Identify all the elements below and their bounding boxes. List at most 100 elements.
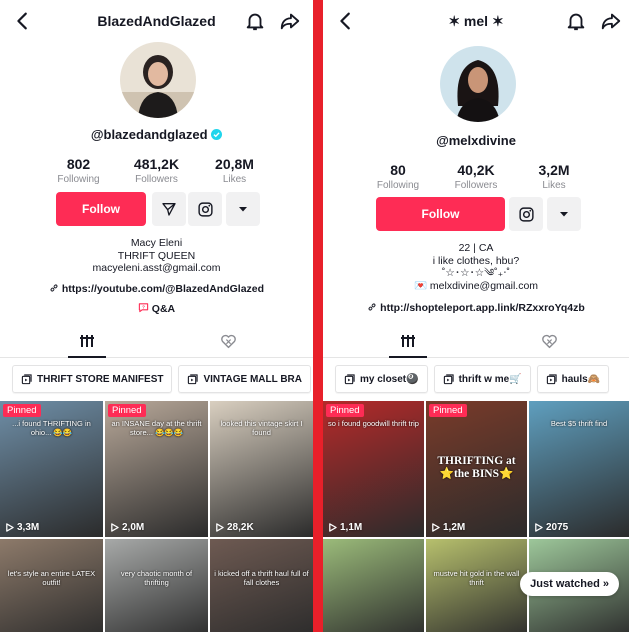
video-tile[interactable]: mustve hit gold in the wall thrift xyxy=(426,539,527,632)
link-icon xyxy=(368,303,376,311)
videos-grid-icon[interactable] xyxy=(401,334,415,348)
profile-title: ✶ mel ✶ xyxy=(448,13,504,29)
instagram-button[interactable] xyxy=(509,197,543,231)
video-tile[interactable]: Best $5 thrift find 2075 xyxy=(529,401,629,537)
stat-value: 802 xyxy=(66,156,91,172)
playlist-row: my closet🎱 thrift w me🛒 hauls🙈 xyxy=(323,359,629,399)
stat-label: Likes xyxy=(222,174,247,185)
avatar[interactable] xyxy=(440,46,516,122)
bio-email: 💌 melxdivine@gmail.com xyxy=(413,279,539,292)
stat-following[interactable]: 802 Following xyxy=(40,156,118,185)
back-arrow-icon[interactable] xyxy=(335,10,357,32)
stat-value: 20,8M xyxy=(215,156,254,172)
bio-link[interactable]: http://shopteleport.app.link/RZxxroYq4zb xyxy=(323,302,629,314)
play-icon xyxy=(6,523,14,532)
stats-row: 802 Following 481,2K Followers 20,8M Likes xyxy=(0,156,313,185)
pinned-badge: Pinned xyxy=(429,404,467,417)
play-icon xyxy=(432,523,440,532)
video-tile[interactable]: looked this vintage skirt I found 28,2K xyxy=(210,401,313,537)
video-caption: THRIFTING at ⭐the BINS⭐ xyxy=(437,455,516,480)
video-caption: i kicked off a thrift haul full of fall … xyxy=(214,569,309,587)
video-tile[interactable]: Pinned THRIFTING at ⭐the BINS⭐ 1,2M xyxy=(426,401,527,537)
stat-value: 3,2M xyxy=(538,162,570,178)
playlist-chip[interactable]: THRIFT STORE MANIFEST xyxy=(12,365,173,393)
stat-value: 481,2K xyxy=(133,156,180,172)
playlist-label: my closet🎱 xyxy=(360,373,419,385)
view-count-text: 3,3M xyxy=(17,522,40,533)
view-count-text: 1,1M xyxy=(340,522,363,533)
bio: 22 | CA i like clothes, hbu? ˚☆･☆･☆༄˚₊‧˚… xyxy=(323,242,629,292)
playlist-chip[interactable]: my closet🎱 xyxy=(335,365,428,393)
share-icon[interactable] xyxy=(278,10,302,32)
bio: Macy Eleni THRIFT QUEEN macyeleni.asst@g… xyxy=(0,237,313,275)
bell-icon[interactable] xyxy=(565,10,587,32)
view-count: 1,2M xyxy=(431,522,465,533)
share-icon[interactable] xyxy=(599,10,623,32)
avatar[interactable] xyxy=(120,42,196,118)
stat-label: Followers xyxy=(454,180,498,191)
stat-label: Following xyxy=(376,180,420,191)
bio-link[interactable]: https://youtube.com/@BlazedAndGlazed xyxy=(0,283,313,295)
username-handle: @melxdivine xyxy=(436,133,516,148)
video-tile[interactable]: Pinned ...i found THRIFTING in ohio... 😂😂… xyxy=(0,401,103,537)
follow-button[interactable]: Follow xyxy=(56,192,146,226)
stat-followers[interactable]: 40,2K Followers xyxy=(437,162,515,191)
verified-badge-icon xyxy=(211,129,223,140)
more-options-button[interactable] xyxy=(547,197,581,231)
play-icon xyxy=(111,523,119,532)
instagram-button[interactable] xyxy=(188,192,222,226)
bio-line: ˚☆･☆･☆༄˚₊‧˚ xyxy=(441,267,511,279)
content-tabs xyxy=(323,324,629,358)
top-bar: ✶ mel ✶ xyxy=(323,0,629,44)
bio-line: 22 | CA xyxy=(458,242,494,254)
video-tile[interactable]: i kicked off a thrift haul full of fall … xyxy=(210,539,313,632)
qa-icon: ? xyxy=(138,303,149,313)
view-count-text: 1,2M xyxy=(443,522,466,533)
pinned-badge: Pinned xyxy=(108,404,146,417)
playlist-chip[interactable]: thrift w me🛒 xyxy=(433,365,531,393)
bell-icon[interactable] xyxy=(244,10,266,32)
qa-link[interactable]: ? Q&A xyxy=(0,302,313,315)
liked-videos-icon[interactable] xyxy=(541,333,558,349)
video-tile[interactable]: let's style an entire LATEX outfit! xyxy=(0,539,103,632)
video-tile[interactable]: Pinned an INSANE day at the thrift store.… xyxy=(105,401,208,537)
bio-line: i like clothes, hbu? xyxy=(432,254,520,267)
stat-followers[interactable]: 481,2K Followers xyxy=(118,156,196,185)
playlist-chip[interactable]: hauls🙈 xyxy=(536,365,610,393)
view-count-text: 2,0M xyxy=(122,522,145,533)
pinned-badge: Pinned xyxy=(3,404,41,417)
video-caption: Best $5 thrift find xyxy=(550,419,608,428)
video-caption: very chaotic month of thrifting xyxy=(120,569,193,587)
playlist-chip[interactable]: VINTAGE MALL BRA xyxy=(178,365,311,393)
video-tile[interactable]: Pinned so i found goodwill thrift trip 1,1… xyxy=(323,401,424,537)
playlist-icon xyxy=(546,373,557,384)
video-grid: Pinned ...i found THRIFTING in ohio... 😂😂… xyxy=(0,401,313,632)
video-caption: ...i found THRIFTING in ohio... 😂😂 xyxy=(12,419,91,437)
stat-likes: 20,8M Likes xyxy=(196,156,274,185)
top-bar: BlazedAndGlazed xyxy=(0,0,313,44)
video-tile[interactable]: very chaotic month of thrifting xyxy=(105,539,208,632)
videos-grid-icon[interactable] xyxy=(80,334,94,348)
view-count: 2075 xyxy=(534,522,568,533)
content-tabs xyxy=(0,324,313,358)
stat-value: 80 xyxy=(390,162,406,178)
caret-down-icon xyxy=(239,207,247,212)
follow-button[interactable]: Follow xyxy=(376,197,505,231)
play-icon xyxy=(535,523,543,532)
video-tile[interactable] xyxy=(323,539,424,632)
bio-line: Macy Eleni xyxy=(130,237,183,249)
video-caption: let's style an entire LATEX outfit! xyxy=(7,569,96,587)
stat-label: Following xyxy=(57,174,100,185)
just-watched-button[interactable]: Just watched » xyxy=(520,572,619,596)
stat-following[interactable]: 80 Following xyxy=(359,162,437,191)
playlist-label: THRIFT STORE MANIFEST xyxy=(37,373,164,385)
liked-videos-icon[interactable] xyxy=(220,333,237,349)
back-arrow-icon[interactable] xyxy=(12,10,34,32)
play-icon xyxy=(216,523,224,532)
more-options-button[interactable] xyxy=(226,192,260,226)
pinned-badge: Pinned xyxy=(326,404,364,417)
video-caption: looked this vintage skirt I found xyxy=(220,419,303,437)
message-button[interactable] xyxy=(152,192,186,226)
stat-label: Followers xyxy=(135,174,178,185)
playlist-label: thrift w me🛒 xyxy=(458,373,522,385)
